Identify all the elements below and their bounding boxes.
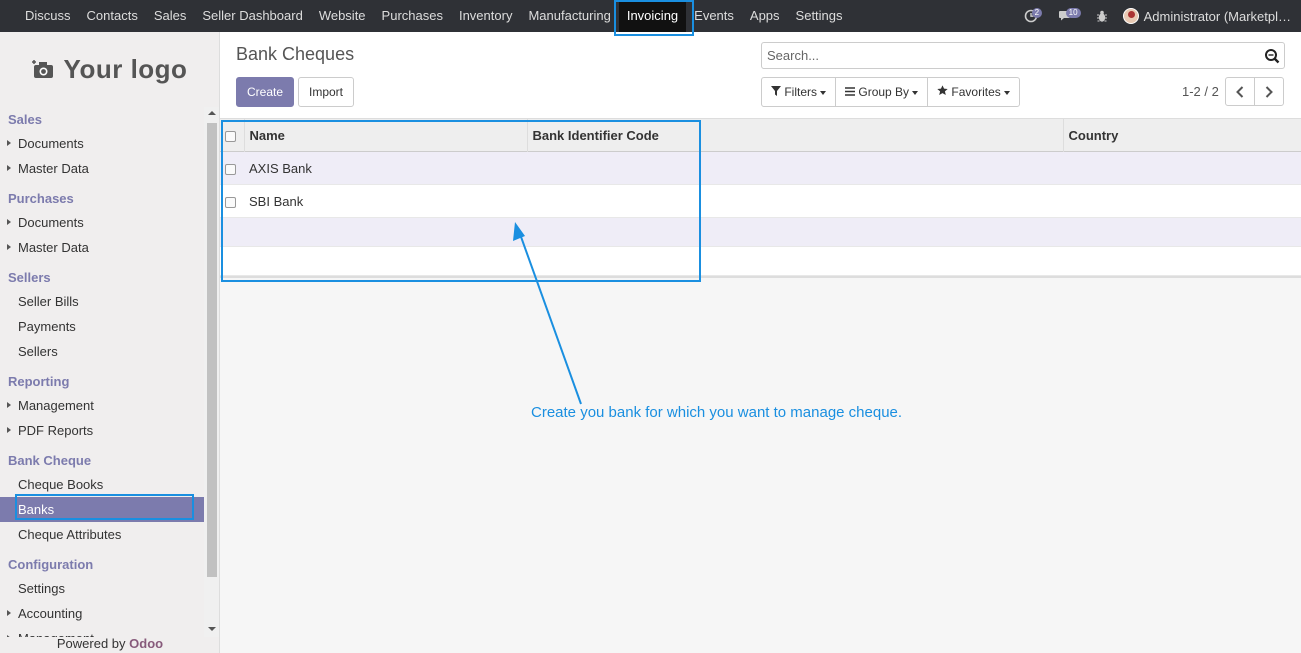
section-sales: Sales (8, 112, 42, 127)
highlight-invoicing-menu (614, 0, 694, 36)
search-bar (761, 42, 1285, 69)
sidebar-item-purchases-master-data[interactable]: Master Data (0, 235, 204, 260)
menu-seller-dashboard[interactable]: Seller Dashboard (194, 0, 310, 32)
sidebar: Your logo Sales Documents Master Data Pu… (0, 32, 220, 653)
section-reporting: Reporting (8, 374, 70, 389)
camera-icon (31, 59, 53, 78)
search-options: Filters Group By Favorites (761, 77, 1020, 107)
favorites-button[interactable]: Favorites (927, 77, 1020, 107)
menu-events[interactable]: Events (686, 0, 742, 32)
section-bank-cheque: Bank Cheque (8, 453, 92, 468)
filters-button[interactable]: Filters (761, 77, 837, 107)
sidebar-item-pdf-reports[interactable]: PDF Reports (0, 418, 204, 443)
column-header-country[interactable]: Country (1063, 119, 1301, 152)
highlight-table (221, 120, 701, 282)
sidebar-item-sellers[interactable]: Sellers (0, 339, 204, 364)
scrollbar-thumb[interactable] (207, 123, 217, 577)
activity-button[interactable]: 2 (1024, 8, 1043, 23)
sidebar-item-sales-documents[interactable]: Documents (0, 131, 204, 156)
filters-label: Filters (784, 85, 818, 99)
odoo-link[interactable]: Odoo (129, 636, 163, 651)
pager-next-button[interactable] (1254, 77, 1284, 106)
bars-icon (845, 87, 856, 96)
star-icon (937, 85, 948, 96)
messaging-button[interactable]: 10 (1058, 8, 1081, 23)
sidebar-item-cheque-attributes[interactable]: Cheque Attributes (0, 522, 204, 547)
sidebar-item-settings[interactable]: Settings (0, 576, 204, 601)
sidebar-item-purchases-documents[interactable]: Documents (0, 210, 204, 235)
section-purchases: Purchases (8, 191, 74, 206)
sidebar-item-accounting[interactable]: Accounting (0, 601, 204, 626)
debug-button[interactable] (1096, 10, 1108, 23)
scroll-down-arrow-icon[interactable] (208, 627, 216, 631)
menu-sales[interactable]: Sales (146, 0, 195, 32)
company-logo: Your logo (0, 32, 219, 107)
menu-website[interactable]: Website (311, 0, 374, 32)
app-menu: Discuss Contacts Sales Seller Dashboard … (0, 0, 851, 32)
menu-manufacturing[interactable]: Manufacturing (520, 0, 618, 32)
scroll-up-arrow-icon[interactable] (208, 111, 216, 115)
section-configuration: Configuration (8, 557, 94, 572)
logo-text: Your logo (63, 54, 188, 84)
menu-settings[interactable]: Settings (788, 0, 851, 32)
sidebar-item-seller-bills[interactable]: Seller Bills (0, 289, 204, 314)
menu-apps[interactable]: Apps (742, 0, 788, 32)
cell-country[interactable] (1063, 185, 1301, 218)
powered-by: Powered by Odoo (0, 636, 220, 651)
menu-discuss[interactable]: Discuss (0, 0, 79, 32)
highlight-banks-item (15, 494, 194, 520)
powered-by-text: Powered by (56, 636, 126, 651)
chevron-left-icon (1236, 85, 1244, 98)
caret-down-icon (820, 90, 827, 95)
bug-icon (1096, 10, 1107, 22)
group-by-label: Group By (858, 85, 910, 99)
favorites-label: Favorites (951, 85, 1001, 99)
menu-purchases[interactable]: Purchases (374, 0, 451, 32)
search-input[interactable] (762, 43, 1252, 68)
breadcrumb: Bank Cheques (236, 44, 355, 64)
sidebar-item-sales-master-data[interactable]: Master Data (0, 156, 204, 181)
sidebar-menu: Sales Documents Master Data Purchases Do… (0, 107, 204, 637)
control-panel: Bank Cheques Create Import Filters Group… (220, 32, 1301, 118)
search-icon[interactable] (1264, 48, 1280, 64)
sidebar-item-management[interactable]: Management (0, 393, 204, 418)
caret-down-icon (912, 90, 919, 95)
messages-count-badge: 10 (1065, 8, 1081, 18)
activity-count-badge: 2 (1031, 8, 1043, 18)
pager-value[interactable]: 1-2 / 2 (1182, 84, 1219, 99)
systray: 2 10 Administrator (Marketpl… (1010, 0, 1301, 32)
cell-country[interactable] (1063, 152, 1301, 185)
sidebar-scrollbar[interactable] (204, 107, 219, 637)
menu-contacts[interactable]: Contacts (79, 0, 146, 32)
caret-down-icon (1003, 90, 1010, 95)
menu-inventory[interactable]: Inventory (451, 0, 520, 32)
sidebar-item-payments[interactable]: Payments (0, 314, 204, 339)
user-menu[interactable]: Administrator (Marketpl… (1122, 8, 1291, 24)
user-name: Administrator (Marketpl… (1143, 8, 1291, 24)
group-by-button[interactable]: Group By (835, 77, 929, 107)
avatar (1122, 8, 1139, 24)
import-button[interactable]: Import (298, 77, 354, 107)
annotation-text: Create you bank for which you want to ma… (531, 404, 903, 421)
create-button[interactable]: Create (236, 77, 294, 107)
chevron-right-icon (1265, 85, 1273, 98)
filter-icon (771, 86, 781, 96)
pager-previous-button[interactable] (1225, 77, 1255, 106)
section-sellers: Sellers (8, 270, 51, 285)
